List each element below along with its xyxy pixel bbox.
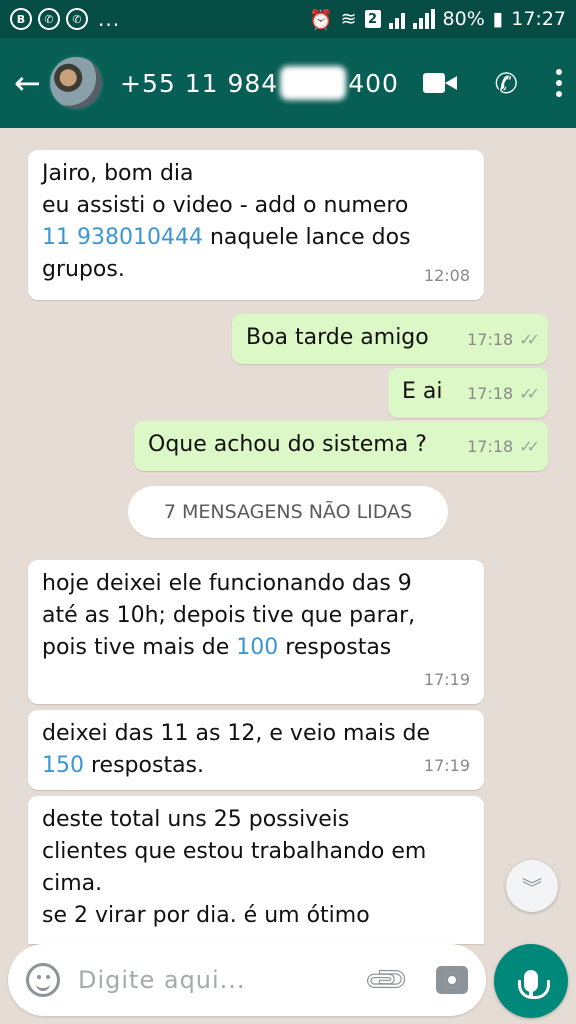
message-incoming[interactable]: Jairo, bom dia eu assisti o video - add … — [28, 150, 484, 300]
message-time: 17:18 — [467, 437, 514, 456]
chat-header: ← +55 11 984 400 ✆ — [0, 38, 576, 128]
more-options-icon[interactable] — [556, 69, 562, 97]
message-text: hoje deixei ele funcionando das 9 — [42, 571, 412, 596]
microphone-icon — [518, 970, 550, 999]
message-incoming[interactable]: deste total uns 25 possiveis clientes qu… — [28, 796, 484, 944]
message-time: 17:19 — [423, 670, 470, 689]
message-incoming[interactable]: deixei das 11 as 12, e veio mais de 150 … — [28, 710, 484, 790]
double-chevron-down-icon: ︾ — [522, 875, 542, 900]
whatsapp-icon: ✆ — [66, 8, 88, 30]
signal-icon — [412, 9, 435, 29]
camera-icon[interactable] — [436, 966, 468, 994]
clock: 17:27 — [511, 8, 566, 30]
message-input[interactable]: Digite aqui... — [78, 966, 368, 994]
message-text: respostas — [278, 635, 392, 660]
message-outgoing[interactable]: Oque achou do sistema ? 17:18 ✓✓ — [134, 421, 548, 471]
message-time: 12:08 — [423, 266, 470, 285]
message-text: pois tive mais de — [42, 635, 237, 660]
wifi-icon: ≋ — [340, 8, 357, 30]
message-time: 17:18 — [467, 330, 514, 349]
battery-icon: ▮ — [492, 8, 504, 30]
number-link[interactable]: 150 — [42, 753, 84, 778]
emoji-icon[interactable] — [26, 963, 60, 997]
whatsapp-icon: ✆ — [38, 8, 60, 30]
unread-messages-banner: 7 MENSAGENS NÃO LIDAS — [128, 486, 448, 538]
message-text: grupos. — [42, 257, 125, 282]
scroll-to-bottom-button[interactable]: ︾ — [506, 860, 558, 912]
phone-link[interactable]: 11 938010444 — [42, 225, 203, 250]
back-arrow-icon[interactable]: ← — [14, 64, 48, 102]
number-link[interactable]: 100 — [236, 635, 278, 660]
microphone-stem — [529, 990, 533, 998]
message-incoming[interactable]: hoje deixei ele funcionando das 9 até as… — [28, 560, 484, 704]
contact-avatar[interactable] — [48, 55, 104, 111]
signal-icon — [388, 9, 405, 29]
message-text: clientes que estou trabalhando em — [42, 839, 427, 864]
message-text: eu assisti o video - add o numero — [42, 193, 409, 218]
message-text: cima. — [42, 871, 103, 896]
message-time: 17:19 — [423, 756, 470, 775]
message-text: respostas. — [84, 753, 205, 778]
message-text: se 2 virar por dia. é um ótimo — [42, 903, 370, 928]
message-time: 17:18 — [467, 384, 514, 403]
phone-call-icon[interactable]: ✆ — [495, 67, 518, 100]
double-check-icon: ✓✓ — [519, 437, 540, 456]
status-bar: B ✆ ✆ ... ⏰ ≋ 2 80% ▮ 17:27 — [0, 0, 576, 38]
message-text: até as 10h; depois tive que parar, — [42, 603, 416, 628]
double-check-icon: ✓✓ — [519, 330, 540, 349]
battery-level: 80% — [442, 8, 485, 30]
message-text: deste total uns 25 possiveis — [42, 807, 350, 832]
video-call-icon[interactable] — [422, 72, 457, 94]
message-outgoing[interactable]: Boa tarde amigo 17:18 ✓✓ — [232, 314, 548, 364]
message-input-bar: Digite aqui... 📎︎ — [8, 944, 486, 1016]
voice-message-button[interactable] — [494, 944, 568, 1018]
message-text: naquele lance dos — [209, 225, 411, 250]
message-text: Jairo, bom dia — [42, 161, 194, 186]
b-notification-icon: B — [10, 8, 32, 30]
alarm-icon: ⏰ — [308, 8, 333, 31]
attach-icon[interactable]: 📎︎ — [361, 954, 413, 1006]
contact-name[interactable]: +55 11 984 400 — [120, 66, 399, 100]
redacted-digits — [280, 66, 347, 100]
phone-suffix: 400 — [348, 68, 399, 98]
double-check-icon: ✓✓ — [519, 384, 540, 403]
more-notifications: ... — [98, 7, 121, 31]
message-text: deixei das 11 as 12, e veio mais de — [42, 721, 431, 746]
phone-prefix: +55 11 984 — [120, 68, 279, 98]
message-outgoing[interactable]: E ai 17:18 ✓✓ — [388, 368, 548, 418]
sim-badge: 2 — [364, 10, 381, 28]
